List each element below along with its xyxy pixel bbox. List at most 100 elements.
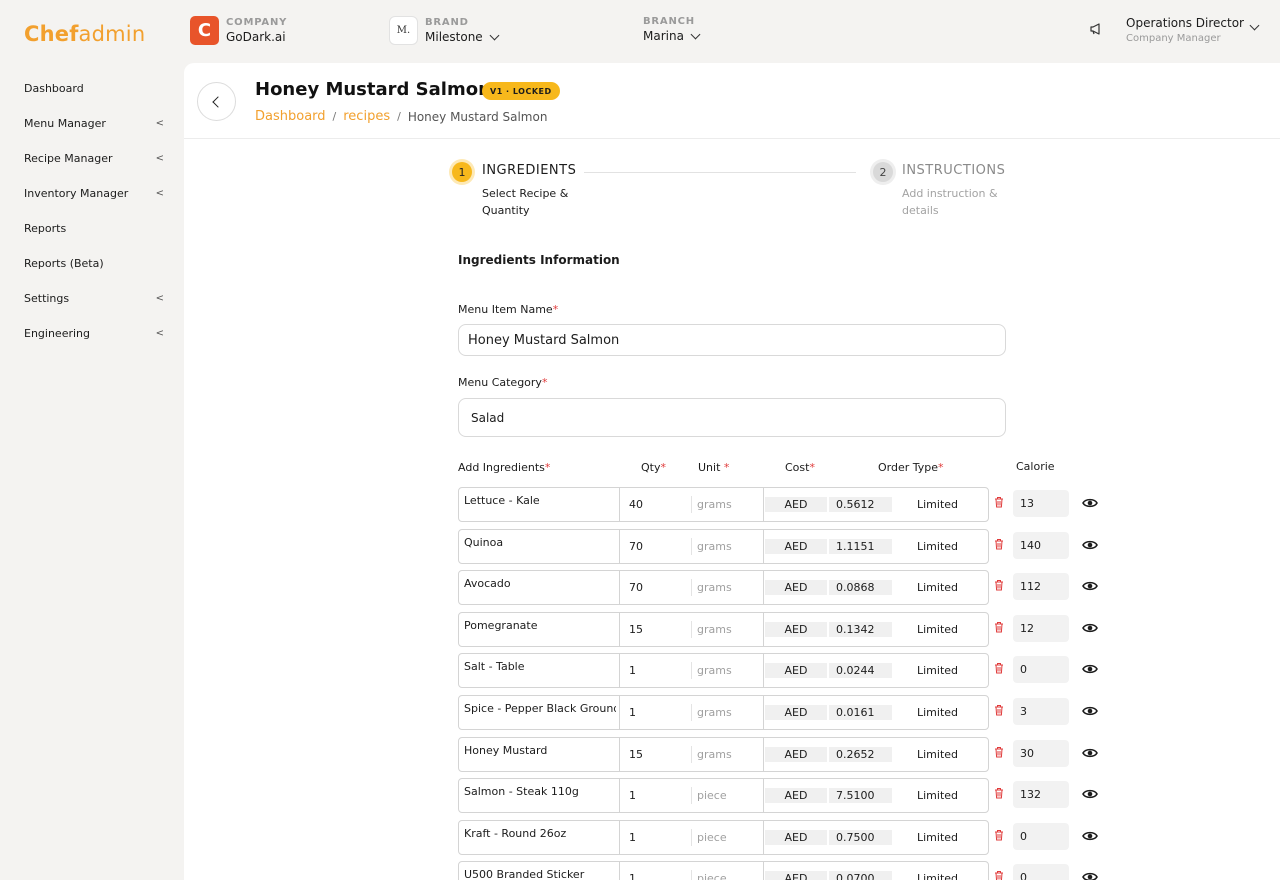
ingredient-unit-field[interactable]: grams [697, 706, 732, 719]
brand-selector[interactable]: M. BRAND Milestone [389, 16, 500, 45]
trash-icon[interactable] [994, 829, 1004, 841]
ingredient-name-field[interactable]: Quinoa [464, 536, 616, 549]
trash-icon[interactable] [994, 496, 1004, 508]
ingredient-order-type[interactable]: Limited [917, 789, 958, 802]
ingredient-calorie-field[interactable]: 0 [1013, 864, 1069, 880]
trash-icon[interactable] [994, 579, 1004, 591]
ingredient-order-type[interactable]: Limited [917, 706, 958, 719]
ingredient-calorie-field[interactable]: 12 [1013, 614, 1069, 642]
ingredient-qty-field[interactable]: 1 [629, 872, 636, 880]
ingredient-calorie-field[interactable]: 13 [1013, 490, 1069, 517]
eye-icon[interactable] [1082, 704, 1098, 718]
eye-icon[interactable] [1082, 870, 1098, 880]
ingredient-order-type[interactable]: Limited [917, 498, 958, 511]
sidebar-item-reports[interactable]: Reports [24, 218, 164, 238]
ingredient-order-type[interactable]: Limited [917, 540, 958, 553]
ingredient-order-type[interactable]: Limited [917, 748, 958, 761]
sidebar-item-reports-beta[interactable]: Reports (Beta) [24, 253, 164, 273]
ingredient-name-field[interactable]: Kraft - Round 26oz [464, 827, 616, 840]
step-2-indicator[interactable]: 2 [873, 162, 893, 182]
ingredient-currency: AED [765, 705, 827, 720]
ingredient-unit-field[interactable]: piece [697, 831, 727, 844]
ingredient-qty-field[interactable]: 1 [629, 706, 636, 719]
ingredient-unit-field[interactable]: piece [697, 872, 727, 880]
ingredient-qty-field[interactable]: 1 [629, 664, 636, 677]
back-button[interactable] [197, 82, 236, 121]
ingredient-qty-field[interactable]: 15 [629, 623, 643, 636]
eye-icon[interactable] [1082, 829, 1098, 843]
branch-selector[interactable]: BRANCH Marina [643, 16, 701, 43]
ingredient-unit-field[interactable]: grams [697, 540, 732, 553]
step-1-title[interactable]: INGREDIENTS [482, 163, 576, 178]
ingredient-unit-field[interactable]: grams [697, 664, 732, 677]
step-1-indicator[interactable]: 1 [452, 162, 472, 182]
ingredient-unit-field[interactable]: grams [697, 623, 732, 636]
menu-category-select[interactable]: Salad [458, 398, 1006, 437]
megaphone-icon[interactable] [1089, 22, 1103, 36]
eye-icon[interactable] [1082, 579, 1098, 593]
ingredient-unit-field[interactable]: grams [697, 581, 732, 594]
eye-icon[interactable] [1082, 621, 1098, 635]
trash-icon[interactable] [994, 621, 1004, 633]
eye-icon[interactable] [1082, 496, 1098, 510]
ingredient-qty-field[interactable]: 1 [629, 789, 636, 802]
trash-icon[interactable] [994, 704, 1004, 716]
branch-caption: BRANCH [643, 16, 695, 27]
ingredient-unit-field[interactable]: piece [697, 789, 727, 802]
sidebar-item-recipe-manager[interactable]: Recipe Manager < [24, 148, 164, 168]
ingredient-qty-field[interactable]: 1 [629, 831, 636, 844]
chevron-down-icon[interactable] [690, 29, 701, 39]
ingredient-name-field[interactable]: Pomegranate [464, 619, 616, 632]
ingredient-calorie-field[interactable]: 112 [1013, 573, 1069, 601]
trash-icon[interactable] [994, 538, 1004, 550]
trash-icon[interactable] [994, 662, 1004, 674]
trash-icon[interactable] [994, 787, 1004, 799]
eye-icon[interactable] [1082, 787, 1098, 801]
sidebar-item-dashboard[interactable]: Dashboard [24, 78, 164, 98]
eye-icon[interactable] [1082, 746, 1098, 760]
ingredient-order-type[interactable]: Limited [917, 872, 958, 880]
ingredient-qty-field[interactable]: 15 [629, 748, 643, 761]
trash-icon[interactable] [994, 870, 1004, 880]
main-panel: Honey Mustard Salmon V1 · LOCKED Dashboa… [184, 63, 1280, 880]
step-2-title[interactable]: INSTRUCTIONS [902, 163, 1005, 178]
ingredient-unit-field[interactable]: grams [697, 748, 732, 761]
ingredient-calorie-field[interactable]: 0 [1013, 656, 1069, 684]
ingredient-qty-field[interactable]: 40 [629, 498, 643, 511]
ingredient-name-field[interactable]: Salmon - Steak 110g [464, 785, 616, 798]
sidebar-item-engineering[interactable]: Engineering < [24, 323, 164, 343]
app-logo[interactable]: Chefadmin [24, 22, 145, 46]
sidebar-item-inventory-manager[interactable]: Inventory Manager < [24, 183, 164, 203]
breadcrumb-recipes[interactable]: recipes [343, 109, 390, 124]
ingredient-name-field[interactable]: Honey Mustard [464, 744, 616, 757]
user-name: Operations Director [1126, 16, 1244, 30]
menu-item-name-input[interactable]: Honey Mustard Salmon [458, 324, 1006, 356]
ingredient-calorie-field[interactable]: 0 [1013, 822, 1069, 850]
ingredient-order-type[interactable]: Limited [917, 831, 958, 844]
breadcrumb-dashboard[interactable]: Dashboard [255, 109, 326, 124]
ingredient-calorie-field[interactable]: 132 [1013, 781, 1069, 809]
ingredient-name-field[interactable]: U500 Branded Sticker [464, 868, 616, 880]
ingredient-qty-field[interactable]: 70 [629, 540, 643, 553]
trash-icon[interactable] [994, 746, 1004, 758]
chevron-left-icon [212, 95, 224, 108]
ingredient-order-type[interactable]: Limited [917, 623, 958, 636]
ingredient-qty-field[interactable]: 70 [629, 581, 643, 594]
ingredient-calorie-field[interactable]: 140 [1013, 531, 1069, 559]
ingredient-calorie-field[interactable]: 3 [1013, 698, 1069, 725]
chevron-down-icon[interactable] [1249, 20, 1260, 31]
eye-icon[interactable] [1082, 538, 1098, 552]
sidebar-item-menu-manager[interactable]: Menu Manager < [24, 113, 164, 133]
ingredient-name-field[interactable]: Salt - Table [464, 660, 616, 673]
sidebar-item-settings[interactable]: Settings < [24, 288, 164, 308]
chevron-down-icon[interactable] [489, 30, 500, 40]
user-menu[interactable]: Operations Director Company Manager [1126, 16, 1244, 44]
ingredient-order-type[interactable]: Limited [917, 581, 958, 594]
ingredient-unit-field[interactable]: grams [697, 498, 732, 511]
ingredient-name-field[interactable]: Avocado [464, 577, 616, 590]
eye-icon[interactable] [1082, 662, 1098, 676]
ingredient-calorie-field[interactable]: 30 [1013, 739, 1069, 767]
ingredient-name-field[interactable]: Spice - Pepper Black Ground [464, 702, 616, 715]
ingredient-order-type[interactable]: Limited [917, 664, 958, 677]
ingredient-name-field[interactable]: Lettuce - Kale [464, 494, 616, 507]
